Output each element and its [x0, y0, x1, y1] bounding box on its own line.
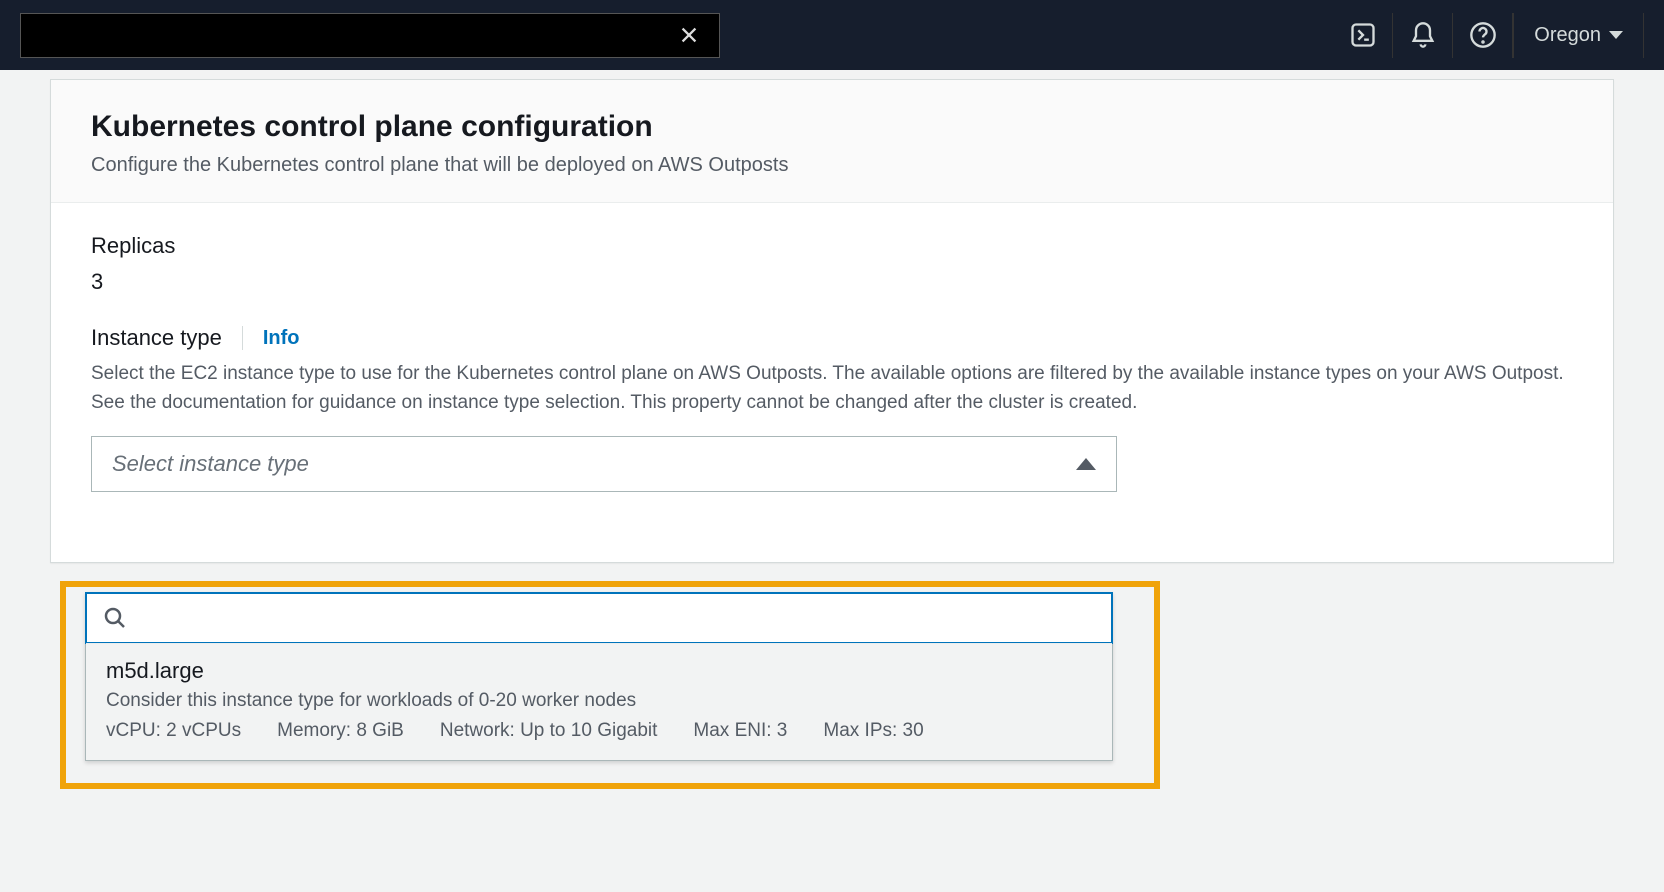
spec-memory: Memory: 8 GiB — [277, 720, 404, 742]
chevron-down-icon — [1609, 31, 1623, 39]
content: Kubernetes control plane configuration C… — [0, 70, 1664, 563]
option-specs: vCPU: 2 vCPUs Memory: 8 GiB Network: Up … — [106, 720, 1092, 742]
spec-max-ips: Max IPs: 30 — [823, 720, 923, 742]
region-label: Oregon — [1534, 24, 1601, 47]
instance-option-m5d-large[interactable]: m5d.large Consider this instance type fo… — [86, 643, 1112, 760]
option-hint: Consider this instance type for workload… — [106, 690, 1092, 712]
close-icon[interactable] — [674, 20, 704, 50]
help-icon[interactable] — [1453, 13, 1513, 58]
top-nav: Oregon — [0, 0, 1664, 70]
instance-type-dropdown: m5d.large Consider this instance type fo… — [85, 592, 1113, 761]
replicas-field: Replicas 3 — [91, 233, 1573, 295]
select-placeholder: Select instance type — [112, 451, 309, 477]
option-name: m5d.large — [106, 658, 1092, 684]
nav-right: Oregon — [1333, 13, 1644, 58]
page-title: Kubernetes control plane configuration — [91, 110, 1573, 144]
global-search[interactable] — [20, 13, 720, 58]
page-subtitle: Configure the Kubernetes control plane t… — [91, 154, 1573, 177]
panel-header: Kubernetes control plane configuration C… — [51, 80, 1613, 203]
chevron-up-icon — [1076, 458, 1096, 470]
instance-type-description: Select the EC2 instance type to use for … — [91, 359, 1573, 418]
divider — [242, 326, 243, 350]
region-selector[interactable]: Oregon — [1513, 13, 1644, 58]
bell-icon[interactable] — [1393, 13, 1453, 58]
dropdown-search[interactable] — [85, 592, 1113, 644]
cloudshell-icon[interactable] — [1333, 13, 1393, 58]
instance-type-select[interactable]: Select instance type — [91, 436, 1117, 492]
info-link[interactable]: Info — [263, 327, 300, 350]
search-icon — [103, 606, 127, 630]
config-panel: Kubernetes control plane configuration C… — [50, 79, 1614, 563]
replicas-value: 3 — [91, 269, 1573, 295]
spec-max-eni: Max ENI: 3 — [693, 720, 787, 742]
panel-body: Replicas 3 Instance type Info Select the… — [51, 203, 1613, 562]
instance-type-field: Instance type Info Select the EC2 instan… — [91, 325, 1573, 492]
spec-vcpu: vCPU: 2 vCPUs — [106, 720, 241, 742]
instance-type-label: Instance type — [91, 325, 222, 351]
replicas-label: Replicas — [91, 233, 1573, 259]
spec-network: Network: Up to 10 Gigabit — [440, 720, 658, 742]
dropdown-search-input[interactable] — [139, 607, 1095, 630]
